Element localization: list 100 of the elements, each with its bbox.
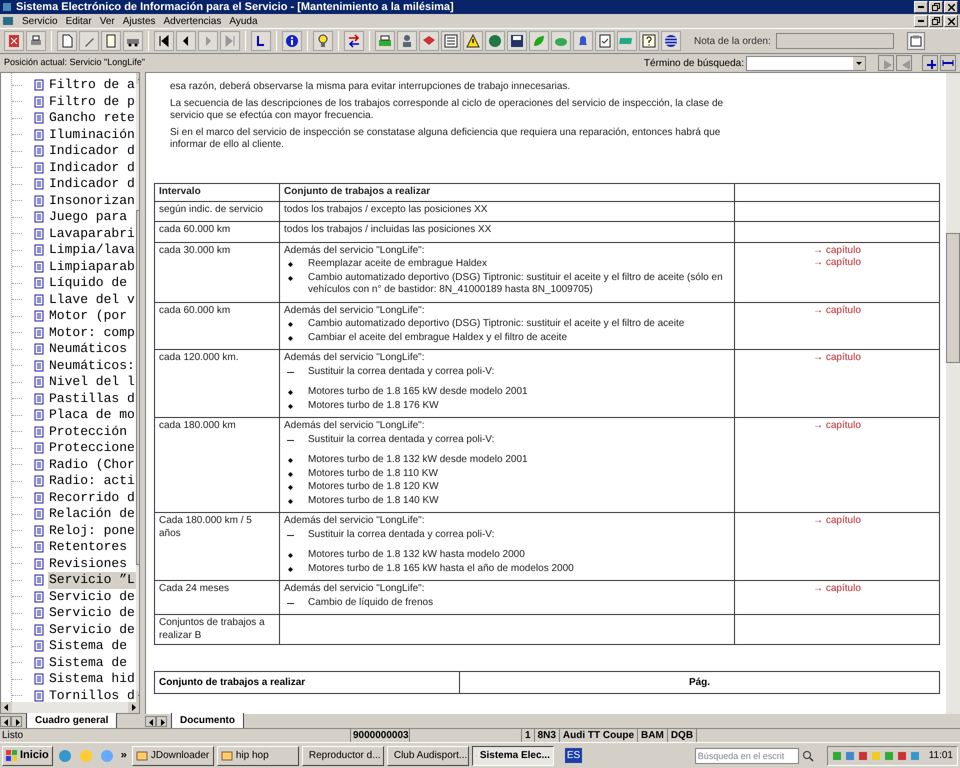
tree-item[interactable]: Gancho rete	[48, 110, 136, 126]
taskbar-button[interactable]: Club Audisport...	[386, 746, 469, 766]
tree-item[interactable]: Reloj: pone	[48, 522, 136, 539]
tree-item[interactable]: Llave del v	[48, 292, 136, 308]
tree-item[interactable]: Insonorizan	[48, 192, 136, 209]
toolbar-button[interactable]	[463, 31, 483, 51]
tree-item[interactable]: Placa de mo	[48, 407, 136, 424]
chapter-link[interactable]: → capítulo	[813, 304, 861, 316]
tree-item[interactable]: Sistema de	[48, 638, 128, 654]
toolbar-button[interactable]	[661, 31, 681, 51]
toolbar-button[interactable]	[26, 31, 46, 51]
toolbar-button[interactable]	[922, 55, 938, 71]
tree-item[interactable]: Motor (por	[48, 308, 128, 324]
toolbar-button[interactable]	[595, 31, 615, 51]
chapter-link[interactable]: → capítulo	[813, 257, 861, 268]
scroll-right-icon[interactable]	[128, 702, 139, 713]
minimize-button[interactable]	[914, 15, 928, 27]
tree-item[interactable]: Iluminación	[48, 126, 136, 143]
tree-item[interactable]: Radio: acti	[48, 473, 136, 490]
toolbar-button[interactable]	[123, 31, 143, 51]
tree-item[interactable]: Proteccione	[48, 440, 136, 456]
toolbar-button[interactable]	[101, 31, 121, 51]
tree-item[interactable]: Pastillas d	[48, 390, 136, 407]
toolbar-button[interactable]	[57, 31, 77, 51]
chapter-link[interactable]: → capítulo	[813, 352, 861, 363]
tree-item[interactable]: Neumáticos:	[48, 358, 136, 374]
order-note-field[interactable]	[776, 33, 894, 49]
tree-item[interactable]: Indicador d	[48, 143, 136, 160]
start-button[interactable]: Inicio	[2, 746, 53, 766]
toolbar-button[interactable]	[441, 31, 461, 51]
tree-item[interactable]: Retentores	[48, 539, 128, 556]
tree-item[interactable]: Limpia/lava	[48, 242, 136, 258]
minimize-button[interactable]	[914, 1, 928, 13]
tree-item[interactable]: Servicio de	[48, 605, 136, 622]
toolbar-button[interactable]	[282, 31, 302, 51]
tree-item[interactable]: Nivel del l	[48, 374, 136, 390]
toolbar-button[interactable]	[154, 31, 174, 51]
more-button[interactable]: »	[118, 747, 129, 764]
tree-item[interactable]: Filtro de a	[48, 77, 136, 94]
taskbar-button[interactable]: Reproductor d...	[302, 746, 384, 766]
tree-item[interactable]: Sistema hid	[48, 671, 136, 688]
close-button[interactable]	[944, 1, 958, 13]
tree-item[interactable]: Indicador d	[48, 160, 136, 176]
tree-item[interactable]: Relación de	[48, 506, 136, 522]
tree-item[interactable]: Servicio de	[48, 622, 136, 638]
tree-item[interactable]: Motor: comp	[48, 324, 136, 341]
menu-item[interactable]: Ver	[96, 14, 119, 28]
toolbar-button[interactable]	[176, 31, 196, 51]
tree-item[interactable]: Servicio ”L	[48, 572, 136, 588]
tray-icon[interactable]	[896, 750, 907, 760]
scrollbar-thumb[interactable]	[946, 233, 960, 363]
tree-item[interactable]: Lavaparabri	[48, 226, 136, 242]
tree-item[interactable]: Protección	[48, 424, 128, 440]
document-tab[interactable]: Documento	[171, 713, 244, 729]
menu-item[interactable]: Advertencias	[160, 14, 226, 28]
search-term-dropdown[interactable]	[746, 56, 866, 70]
vertical-scrollbar[interactable]	[946, 73, 960, 714]
overview-tab[interactable]: Cuadro general	[26, 713, 118, 729]
scroll-left-icon[interactable]	[1, 702, 12, 713]
menu-item[interactable]: Servicio	[18, 14, 62, 28]
tab-scroll-button[interactable]	[11, 716, 22, 726]
restore-button[interactable]	[929, 1, 943, 13]
taskbar-button[interactable]: Sistema Elec...	[472, 746, 554, 766]
tab-scroll-button[interactable]	[145, 716, 156, 726]
menu-item[interactable]: Ayuda	[225, 14, 262, 28]
tree-item[interactable]: Líquido de	[48, 275, 128, 292]
tree-item[interactable]: Recorrido d	[48, 490, 136, 506]
tree-item[interactable]: Sistema de	[48, 654, 128, 671]
tree-item[interactable]: Juego para	[48, 209, 128, 226]
chapter-link[interactable]: → capítulo	[813, 244, 861, 256]
tree-item[interactable]: Tornillos d	[48, 688, 136, 702]
language-indicator[interactable]: ES	[564, 748, 582, 763]
taskbar-button[interactable]: JDownloader	[132, 746, 214, 766]
menu-item[interactable]: Editar	[62, 14, 96, 28]
restore-button[interactable]	[929, 15, 943, 27]
close-button[interactable]	[944, 15, 958, 27]
tree-item[interactable]: Servicio de	[48, 588, 136, 605]
tree-item[interactable]: Indicador d	[48, 176, 136, 192]
toolbar-button[interactable]	[375, 31, 395, 51]
tree-item[interactable]: Radio (Chor	[48, 456, 136, 473]
chapter-link[interactable]: → capítulo	[813, 583, 861, 594]
tab-scroll-button[interactable]	[0, 716, 11, 726]
tree-item[interactable]: Filtro de p	[48, 94, 136, 110]
toolbar-button[interactable]	[251, 31, 271, 51]
tree-item[interactable]: Limpiaparab	[48, 258, 136, 275]
chapter-link[interactable]: → capítulo	[813, 515, 861, 526]
toolbar-button[interactable]	[344, 31, 364, 51]
toolbar-button[interactable]	[940, 55, 956, 71]
horizontal-scrollbar[interactable]	[1, 702, 139, 713]
chapter-link[interactable]: → capítulo	[813, 420, 861, 431]
toolbar-button[interactable]	[313, 31, 333, 51]
tab-scroll-button[interactable]	[156, 716, 167, 726]
menu-item[interactable]: Ajustes	[118, 14, 160, 28]
tray-icon[interactable]	[858, 750, 868, 760]
toolbar-button[interactable]	[639, 31, 659, 51]
search-icon[interactable]	[802, 750, 814, 762]
taskbar-search-field[interactable]: Búsqueda en el escrit	[694, 748, 799, 764]
tree-item[interactable]: Revisiones	[48, 556, 128, 572]
tree-item[interactable]: Neumáticos	[48, 341, 128, 358]
notepad-button[interactable]	[906, 32, 925, 50]
